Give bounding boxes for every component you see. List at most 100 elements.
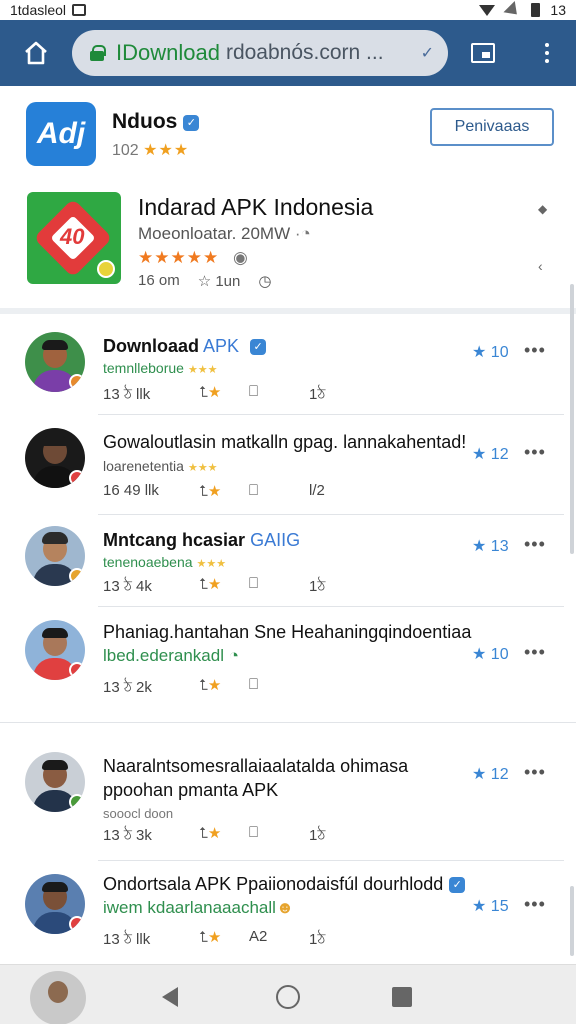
app-rating: 102 ★★★ xyxy=(112,140,189,160)
scrollbar[interactable] xyxy=(570,284,574,554)
clock-icon: ◷ xyxy=(258,273,272,290)
menu-button[interactable] xyxy=(518,20,576,86)
post-rating[interactable]: ★ 12 xyxy=(472,444,509,464)
post-rating[interactable]: ★ 15 xyxy=(472,896,509,916)
badge-icon xyxy=(69,662,85,678)
post-title-line2: ppoohan pmanta APK xyxy=(103,780,279,800)
post-title: Naaralntsomesrallaiaalatalda ohimasa xyxy=(103,756,408,777)
post-title-text: Naaralntsomesrallaiaalatalda ohimasa xyxy=(103,756,409,776)
back-icon[interactable] xyxy=(162,987,178,1007)
retweet-icon[interactable]: ⮤★ xyxy=(199,824,249,849)
star-icon: ★ xyxy=(472,646,487,663)
post-meta-count: 1ঠ xyxy=(309,827,326,844)
post-meta-count: 1ঠ xyxy=(309,931,326,948)
post-subtitle: loarenetentia ★★★ xyxy=(103,458,218,474)
url-bar[interactable]: IDownload rdoabnós.corn ... ✓ xyxy=(72,30,448,76)
featured-app-card[interactable]: 40 Indarad APK Indonesia Moeonloatar. 20… xyxy=(0,180,576,308)
avatar[interactable] xyxy=(25,526,85,586)
retweet-icon[interactable]: ⮤★ xyxy=(199,575,249,600)
featured-icon-text: 40 xyxy=(60,224,85,249)
bookmark-icon[interactable]: ⎕ xyxy=(249,575,309,600)
retweet-icon[interactable]: ⮤★ xyxy=(199,928,249,953)
post-title-accent: APK xyxy=(203,336,240,356)
retweet-icon[interactable]: ⮤★ xyxy=(199,383,249,408)
app-logo[interactable]: Adj xyxy=(26,102,96,166)
mini-stars-icon: ★★★ xyxy=(196,558,227,570)
post-rating[interactable]: ★ 10 xyxy=(472,644,509,664)
avatar-hair xyxy=(42,882,68,892)
notification-icon xyxy=(72,4,87,16)
home-button[interactable] xyxy=(0,20,72,86)
post-rating[interactable]: ★ 10 xyxy=(472,342,509,362)
star-icon: ★ xyxy=(472,538,487,555)
post-rating[interactable]: ★ 13 xyxy=(472,536,509,556)
retweet-icon[interactable]: ⮤★ xyxy=(199,482,249,500)
post-title: Gowaloutlasin matkalln gpag. lannakahent… xyxy=(103,432,466,453)
avatar-hair xyxy=(42,628,68,638)
star-icon: ★ xyxy=(472,446,487,463)
avatar[interactable] xyxy=(25,620,85,680)
post-meta-stats: 13 ঠ 3k xyxy=(103,827,152,844)
lock-icon xyxy=(90,45,106,61)
bookmark-icon[interactable]: ⎕ xyxy=(249,824,309,849)
featured-stats: 16 om ☆ 1un ◷ xyxy=(138,272,271,290)
chevron-left-icon[interactable]: ‹ xyxy=(538,258,543,274)
system-nav-bar xyxy=(0,964,576,1024)
recent-apps-icon[interactable] xyxy=(392,987,412,1007)
post-divider xyxy=(98,606,564,607)
more-options-icon[interactable]: ••• xyxy=(524,442,546,463)
tabs-button[interactable] xyxy=(448,20,518,86)
follow-button[interactable]: Penivaaas xyxy=(430,108,554,146)
check-icon: ✓ xyxy=(420,45,434,62)
tabs-icon xyxy=(471,43,495,63)
star-outline-icon: ☆ xyxy=(197,273,212,290)
app-name[interactable]: Nduos ✓ xyxy=(112,110,200,134)
avatar[interactable] xyxy=(25,752,85,812)
post-title-text: Ondortsala APK Ppaiionodaisfúl dourhlodd xyxy=(103,874,444,894)
post-meta-stats: 13 ঠ llk xyxy=(103,386,151,403)
post-meta: 16 49 llk ⮤★ ⎕ l/2 xyxy=(103,482,325,500)
post-rating-count: 12 xyxy=(490,446,509,463)
post-subtitle: sooocl doon xyxy=(103,806,174,821)
home-circle-icon[interactable] xyxy=(276,985,300,1009)
post-meta-stats: 13 ঠ llk xyxy=(103,931,151,948)
post-meta: 13 ঠ llk ⮤★ A2 1ঠ xyxy=(103,928,325,953)
post-divider xyxy=(98,860,564,861)
badge-icon xyxy=(97,260,115,278)
badge-icon xyxy=(69,374,85,390)
status-time: 1tdasleol xyxy=(10,2,67,18)
featured-stat-2: ☆ 1un xyxy=(198,272,241,290)
post-title-text: Downloaad xyxy=(103,336,200,356)
home-icon xyxy=(25,41,47,65)
post-meta: 13 ঠ 4k ⮤★ ⎕ 1ঠ xyxy=(103,575,325,600)
post-subtitle: tenenoaebena ★★★ xyxy=(103,554,226,570)
post-title-accent: GAIIG xyxy=(250,530,301,550)
post-meta-stats: 16 49 llk xyxy=(103,482,159,499)
avatar[interactable] xyxy=(25,874,85,934)
post-title: Downloaad APK ✓ xyxy=(103,336,267,357)
more-options-icon[interactable]: ••• xyxy=(524,534,546,555)
post-title-text: Phaniag.hantahan Sne Heahaningqindoentia… xyxy=(103,622,472,642)
avatar-hair xyxy=(42,532,68,544)
post-title: Ondortsala APK Ppaiionodaisfúl dourhlodd… xyxy=(103,874,466,895)
info-circle-icon: ◉ xyxy=(232,248,249,267)
badge-icon xyxy=(69,916,85,932)
scrollbar-secondary[interactable] xyxy=(570,886,574,956)
avatar-hair xyxy=(42,436,68,446)
more-options-icon[interactable]: ••• xyxy=(524,894,546,915)
post-rating[interactable]: ★ 12 xyxy=(472,764,509,784)
more-options-icon[interactable]: ••• xyxy=(524,762,546,783)
more-options-icon[interactable]: ••• xyxy=(524,642,546,663)
post-title-text: Gowaloutlasin matkalln gpag. lannakahent… xyxy=(103,432,467,452)
avatar[interactable] xyxy=(25,428,85,488)
bookmark-icon[interactable]: ⎕ xyxy=(249,482,309,500)
chevron-down-icon[interactable]: ◆ xyxy=(538,202,547,216)
bookmark-icon[interactable]: ⎕ xyxy=(249,383,309,408)
bookmark-icon[interactable]: ⎕ xyxy=(249,676,309,701)
more-options-icon[interactable]: ••• xyxy=(524,340,546,361)
post-rating-count: 10 xyxy=(490,646,509,663)
nav-avatar[interactable] xyxy=(30,971,86,1024)
retweet-icon[interactable]: ⮤★ xyxy=(199,676,249,701)
info-icon: ·◔ xyxy=(294,224,311,243)
avatar[interactable] xyxy=(25,332,85,392)
